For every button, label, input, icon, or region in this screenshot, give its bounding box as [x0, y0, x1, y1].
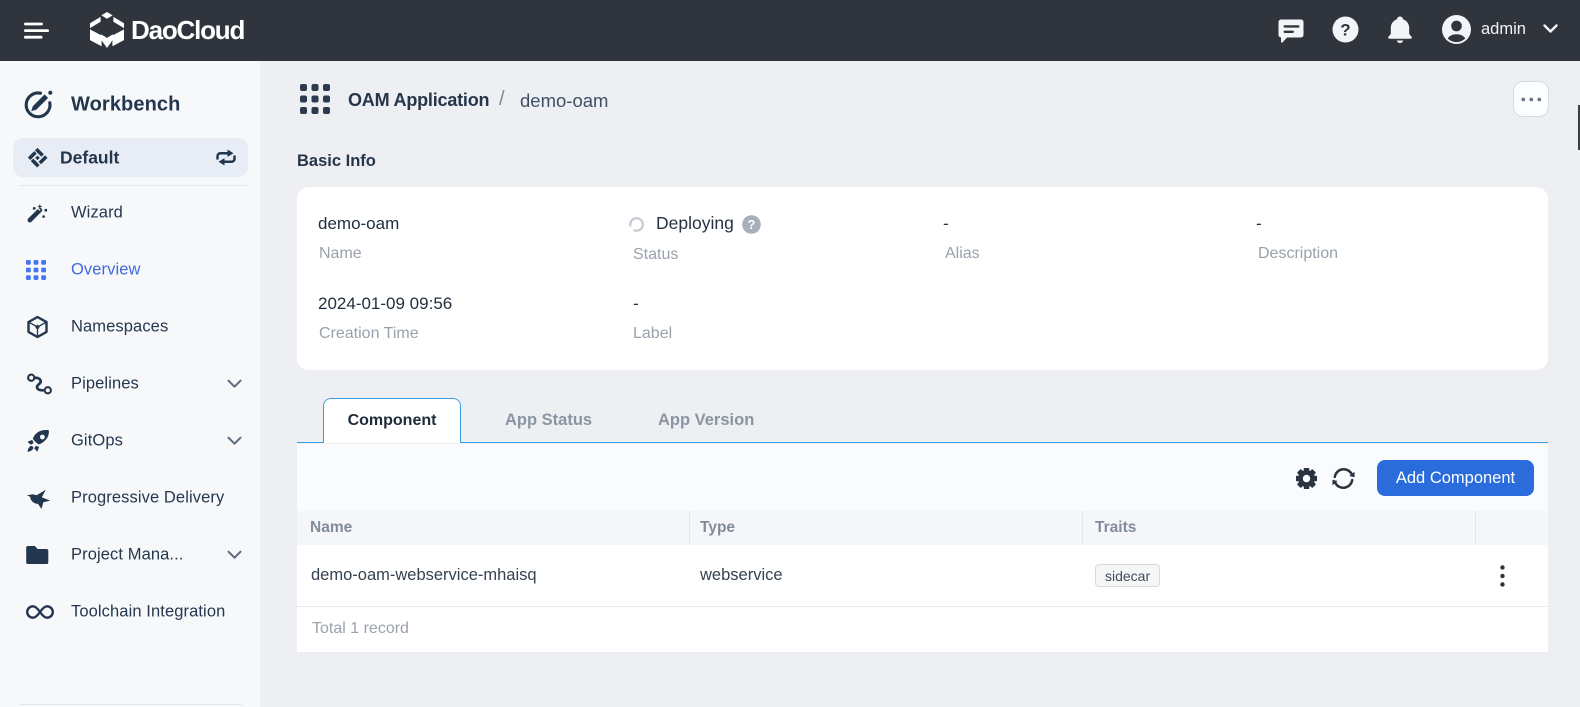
svg-text:?: ?	[1340, 21, 1350, 40]
svg-text:?: ?	[748, 218, 756, 232]
